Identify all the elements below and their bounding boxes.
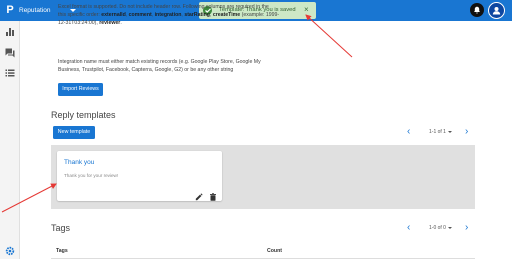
annotation-arrows <box>1 14 353 213</box>
annotation-arrow-card <box>1 183 57 213</box>
annotation-arrow-toast <box>305 14 353 58</box>
